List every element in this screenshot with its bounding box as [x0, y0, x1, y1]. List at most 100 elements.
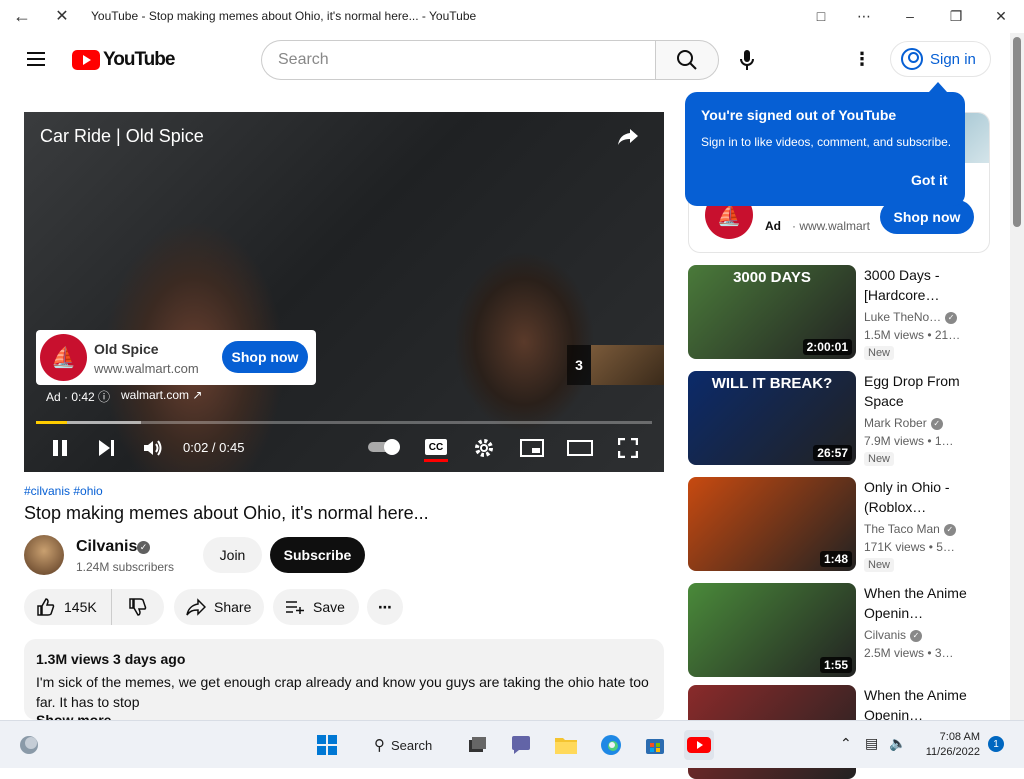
recommendation-title[interactable]: Only in Ohio - (Roblox… [864, 477, 974, 517]
got-it-button[interactable]: Got it [911, 172, 948, 188]
recommendation-title[interactable]: When the Anime Openin… [864, 583, 974, 623]
recommendation-channel-name: Cilvanis [864, 628, 907, 642]
video-player[interactable]: Car Ride | Old Spice ⛵ Old Spice www.wal… [24, 112, 664, 472]
subtitles-button[interactable]: CC [425, 439, 447, 455]
hashtags[interactable]: #cilvanis #ohio [24, 484, 103, 498]
verified-check-icon: ✓ [910, 629, 923, 642]
ad-advertiser-link[interactable]: walmart.com ↗ [121, 388, 202, 402]
account-icon [901, 48, 923, 70]
recommendation-channel[interactable]: The Taco Man ✓ [864, 522, 956, 536]
autoplay-toggle[interactable] [368, 439, 402, 455]
taskbar-search-button[interactable]: ⚲ Search [356, 729, 452, 761]
next-button[interactable] [92, 434, 120, 462]
task-view-icon[interactable] [461, 730, 491, 760]
file-explorer-icon[interactable] [551, 730, 581, 760]
page-scrollbar[interactable] [1010, 33, 1024, 720]
speaker-icon[interactable]: 🔈 [889, 735, 906, 752]
recommendation-thumbnail[interactable]: 1:55 [688, 583, 856, 677]
minimize-button[interactable]: – [895, 4, 925, 28]
pause-button[interactable] [46, 434, 74, 462]
microphone-icon [740, 50, 754, 70]
info-icon[interactable]: ⓘ [98, 390, 110, 404]
recommendation-item[interactable]: 1:48 Only in Ohio - (Roblox… The Taco Man ✓… [688, 477, 990, 572]
ad-card[interactable]: ⛵ Old Spice www.walmart.com Shop now [36, 330, 316, 385]
miniplayer-button[interactable] [518, 434, 546, 462]
youtube-app-icon[interactable] [684, 730, 714, 760]
share-icon[interactable] [616, 124, 640, 148]
channel-name[interactable]: Cilvanis [76, 538, 137, 556]
stop-loading-icon[interactable]: ✕ [50, 4, 74, 28]
next-ad-thumbnail[interactable] [591, 345, 664, 385]
search-button[interactable] [655, 40, 719, 80]
more-options-icon[interactable]: ⋯ [849, 4, 879, 28]
verified-check-icon: ✓ [945, 311, 958, 324]
widgets-icon[interactable] [14, 730, 44, 760]
theater-mode-button[interactable] [566, 434, 594, 462]
ad-shop-now-button[interactable]: Shop now [222, 341, 308, 373]
search-input[interactable]: Search [261, 40, 656, 80]
app-view-icon[interactable]: □ [806, 4, 836, 28]
recommendation-item[interactable]: 3000 DAYS 2:00:01 3000 Days - [Hardcore… Lu… [688, 265, 990, 360]
menu-icon[interactable] [24, 48, 48, 72]
windows-start-icon[interactable] [312, 730, 342, 760]
settings-more-icon[interactable]: ⋮ [850, 47, 874, 71]
youtube-logo[interactable]: YouTube [72, 49, 175, 71]
recommendation-item[interactable]: 1:55 When the Anime Openin… Cilvanis ✓ 2.5M … [688, 583, 990, 677]
description-box[interactable]: 1.3M views 3 days ago I'm sick of the me… [24, 639, 664, 728]
recommendation-channel[interactable]: Luke TheNo… ✓ [864, 310, 958, 324]
clock-date: 11/26/2022 [925, 746, 980, 758]
subscribe-button[interactable]: Subscribe [270, 537, 365, 573]
back-arrow-icon[interactable]: ← [8, 4, 36, 28]
share-button[interactable]: Share [174, 589, 264, 625]
show-hidden-icons-chevron-icon[interactable]: ⌃ [840, 735, 852, 752]
sidebar-ad-url: · www.walmart [792, 219, 871, 233]
ad-url: www.walmart.com [94, 361, 199, 376]
recommendation-title[interactable]: 3000 Days - [Hardcore… [864, 265, 974, 305]
recommendation-thumbnail[interactable]: 1:48 [688, 477, 856, 571]
logo-text: YouTube [103, 49, 175, 70]
taskbar-search-label: Search [391, 737, 433, 753]
settings-button[interactable] [470, 434, 498, 462]
fullscreen-icon [618, 438, 638, 458]
search-icon [677, 50, 697, 70]
recommendation-title[interactable]: When the Anime Openin… [864, 685, 974, 725]
recommendation-channel[interactable]: Cilvanis ✓ [864, 628, 923, 642]
recommendation-thumbnail[interactable]: 3000 DAYS 2:00:01 [688, 265, 856, 359]
network-icon[interactable]: ▤ [865, 735, 878, 752]
dislike-button[interactable] [112, 589, 164, 625]
verified-check-icon: ✓ [943, 523, 956, 536]
sign-in-button[interactable]: Sign in [890, 41, 991, 77]
close-window-button[interactable]: ✕ [986, 4, 1016, 28]
recommendation-thumbnail[interactable]: WILL IT BREAK? 26:57 [688, 371, 856, 465]
new-badge: New [864, 452, 895, 466]
progress-bar[interactable] [36, 421, 652, 424]
thumbs-down-icon [129, 598, 147, 616]
theater-icon [567, 440, 593, 456]
microsoft-store-icon[interactable] [640, 730, 670, 760]
recommendation-item[interactable]: When the Anime Openin… [688, 685, 990, 779]
more-actions-button[interactable]: ⋯ [367, 589, 403, 625]
youtube-play-icon [72, 50, 100, 70]
join-button[interactable]: Join [203, 537, 262, 573]
like-button[interactable]: 145K [24, 589, 112, 625]
scrollbar-thumb[interactable] [1013, 37, 1021, 227]
gear-icon [475, 439, 493, 457]
recommendation-channel[interactable]: Mark Rober ✓ [864, 416, 943, 430]
channel-avatar[interactable] [24, 535, 64, 575]
clock[interactable]: 7:08 AM 11/26/2022 [918, 730, 980, 760]
ad-link-text: walmart.com [121, 388, 190, 402]
notification-badge[interactable]: 1 [988, 736, 1004, 752]
volume-button[interactable] [139, 434, 167, 462]
video-duration: 1:55 [819, 657, 852, 673]
restore-button[interactable]: ❐ [941, 4, 971, 28]
voice-search-button[interactable] [727, 40, 767, 80]
fullscreen-button[interactable] [614, 434, 642, 462]
played-bar [36, 421, 67, 424]
recommendation-title[interactable]: Egg Drop From Space [864, 371, 974, 411]
tooltip-title: You're signed out of YouTube [701, 107, 897, 123]
edge-browser-icon[interactable] [596, 730, 626, 760]
recommendation-item[interactable]: WILL IT BREAK? 26:57 Egg Drop From Space Ma… [688, 371, 990, 466]
ad-video-title[interactable]: Car Ride | Old Spice [40, 126, 204, 147]
save-button[interactable]: Save [273, 589, 359, 625]
teams-chat-icon[interactable] [506, 730, 536, 760]
